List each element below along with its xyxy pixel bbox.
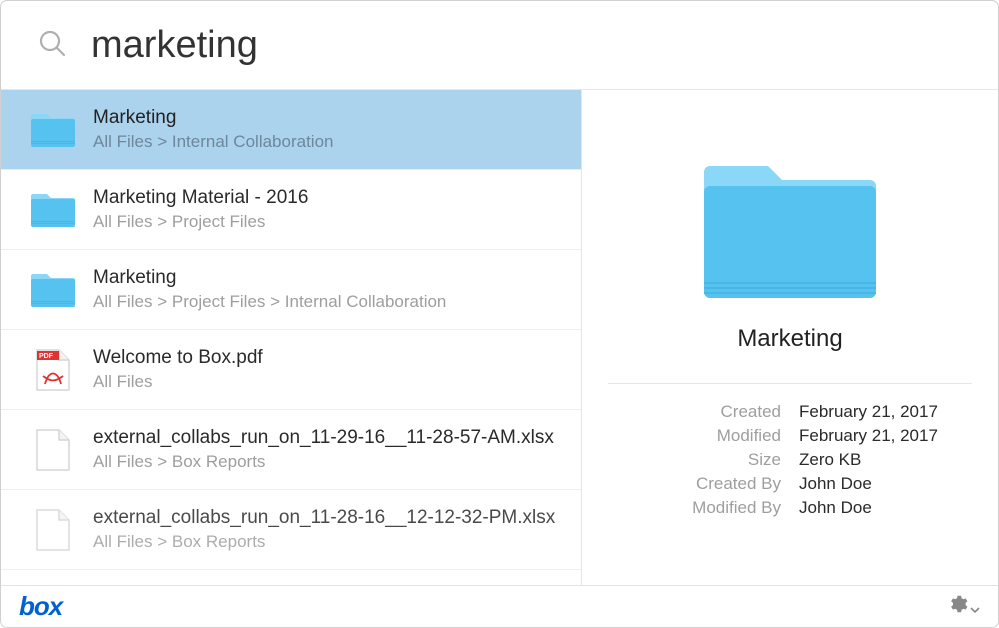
- result-path: All Files > Project Files: [93, 212, 567, 232]
- folder-icon: [31, 188, 75, 232]
- file-icon: [31, 428, 75, 472]
- result-text: Marketing All Files > Project Files > In…: [93, 267, 567, 312]
- brand-logo: box: [19, 591, 62, 622]
- preview-folder-icon: [704, 154, 876, 307]
- result-path: All Files: [93, 372, 567, 392]
- result-title: Marketing Material - 2016: [93, 187, 567, 209]
- result-text: Welcome to Box.pdf All Files: [93, 347, 567, 392]
- preview-meta: Created February 21, 2017 Modified Febru…: [608, 402, 972, 518]
- preview-title: Marketing: [737, 325, 842, 353]
- result-row[interactable]: external_collabs_run_on_11-29-16__11-28-…: [1, 410, 581, 490]
- search-input[interactable]: [91, 24, 980, 67]
- search-bar: [1, 1, 998, 89]
- file-icon: [31, 508, 75, 552]
- result-row[interactable]: Marketing All Files > Project Files > In…: [1, 250, 581, 330]
- result-row[interactable]: external_collabs_run_on_11-28-16__12-12-…: [1, 490, 581, 570]
- result-text: Marketing All Files > Internal Collabora…: [93, 107, 567, 152]
- meta-label-modifiedby: Modified By: [608, 498, 781, 518]
- meta-label-created: Created: [608, 402, 781, 422]
- result-row[interactable]: Welcome to Box.pdf All Files: [1, 330, 581, 410]
- meta-value-size: Zero KB: [799, 450, 972, 470]
- preview-pane: Marketing Created February 21, 2017 Modi…: [581, 90, 998, 585]
- result-text: external_collabs_run_on_11-28-16__12-12-…: [93, 507, 567, 552]
- footer-bar: box: [1, 585, 998, 627]
- result-title: external_collabs_run_on_11-28-16__12-12-…: [93, 507, 567, 529]
- content-area: Marketing All Files > Internal Collabora…: [1, 89, 998, 585]
- folder-icon: [31, 108, 75, 152]
- search-window: Marketing All Files > Internal Collabora…: [0, 0, 999, 628]
- preview-divider: [608, 383, 972, 384]
- gear-icon[interactable]: [946, 593, 980, 620]
- result-text: Marketing Material - 2016 All Files > Pr…: [93, 187, 567, 232]
- result-path: All Files > Internal Collaboration: [93, 132, 567, 152]
- meta-label-modified: Modified: [608, 426, 781, 446]
- search-icon: [37, 28, 67, 63]
- result-title: Welcome to Box.pdf: [93, 347, 567, 369]
- result-path: All Files > Box Reports: [93, 532, 567, 552]
- result-title: Marketing: [93, 267, 567, 289]
- result-row[interactable]: Marketing Material - 2016 All Files > Pr…: [1, 170, 581, 250]
- meta-value-modified: February 21, 2017: [799, 426, 972, 446]
- meta-value-createdby: John Doe: [799, 474, 972, 494]
- result-title: external_collabs_run_on_11-29-16__11-28-…: [93, 427, 567, 449]
- result-row[interactable]: Marketing All Files > Internal Collabora…: [1, 90, 581, 170]
- pdf-icon: [31, 348, 75, 392]
- result-path: All Files > Box Reports: [93, 452, 567, 472]
- meta-label-size: Size: [608, 450, 781, 470]
- result-path: All Files > Project Files > Internal Col…: [93, 292, 567, 312]
- meta-value-modifiedby: John Doe: [799, 498, 972, 518]
- result-text: external_collabs_run_on_11-29-16__11-28-…: [93, 427, 567, 472]
- meta-label-createdby: Created By: [608, 474, 781, 494]
- meta-value-created: February 21, 2017: [799, 402, 972, 422]
- results-list: Marketing All Files > Internal Collabora…: [1, 90, 581, 585]
- result-title: Marketing: [93, 107, 567, 129]
- folder-icon: [31, 268, 75, 312]
